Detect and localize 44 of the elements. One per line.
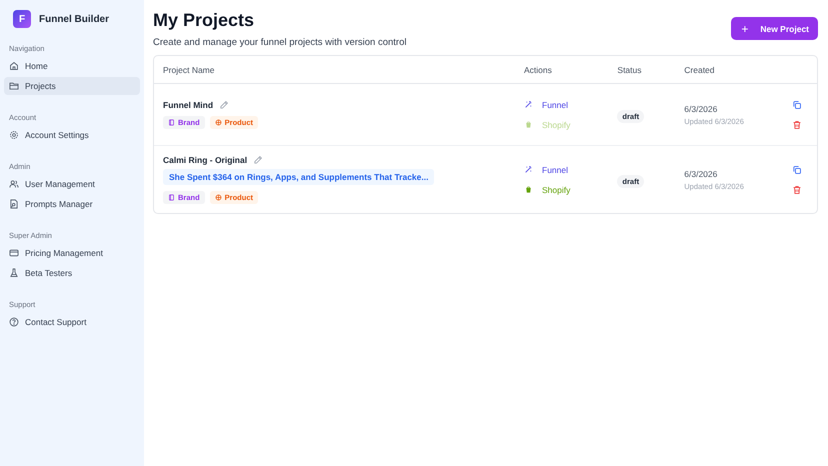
copy-icon[interactable]: [792, 100, 802, 110]
magic-wand-icon: [524, 100, 533, 109]
file-icon: [9, 199, 19, 209]
home-icon: [9, 61, 19, 71]
sidebar-item[interactable]: Projects: [4, 77, 140, 95]
bag-icon: [524, 120, 533, 129]
folder-icon: [9, 81, 19, 91]
column-header: Status: [617, 64, 643, 74]
bag-icon: [524, 185, 533, 194]
new-project-button[interactable]: + New Project: [731, 17, 818, 40]
gear-icon: [9, 130, 19, 140]
sidebar-item[interactable]: Pricing Management: [4, 244, 140, 262]
magic-wand-icon: [524, 165, 533, 174]
page-subtitle: Create and manage your funnel projects with version control: [153, 37, 406, 48]
created-date: 6/3/2026: [684, 168, 718, 178]
book-icon: [168, 194, 175, 201]
sidebar-item[interactable]: Home: [4, 57, 140, 75]
sidebar-item[interactable]: Contact Support: [4, 313, 140, 331]
help-icon: [9, 317, 19, 327]
project-name: Funnel Mind: [163, 100, 214, 110]
column-header: Project Name: [162, 64, 216, 74]
sidebar-item[interactable]: User Management: [4, 175, 140, 193]
app-name: Funnel Builder: [39, 14, 109, 24]
copy-icon[interactable]: [792, 164, 802, 174]
pencil-icon[interactable]: [253, 155, 264, 165]
sidebar-item[interactable]: Prompts Manager: [4, 195, 140, 213]
column-header: Created: [684, 64, 716, 74]
funnel-link[interactable]: Funnel: [524, 94, 618, 114]
project-name: Calmi Ring - Original: [163, 155, 248, 165]
page-title: My Projects: [153, 10, 256, 31]
book-icon: [168, 119, 175, 126]
flask-icon: [9, 268, 19, 278]
sidebar-item[interactable]: Beta Testers: [4, 264, 140, 282]
trash-icon[interactable]: [792, 120, 802, 130]
card-icon: [9, 248, 19, 258]
users-icon: [9, 179, 19, 189]
pencil-icon[interactable]: [219, 100, 230, 110]
funnel-link[interactable]: Funnel: [524, 160, 618, 180]
trash-icon[interactable]: [792, 184, 802, 194]
sidebar-item[interactable]: Account Settings: [4, 126, 140, 144]
column-header: Actions: [523, 64, 553, 74]
headline-chip[interactable]: She Spent $364 on Rings, Apps, and Supplements That Tracke...: [163, 169, 434, 185]
app-logo: F: [13, 10, 31, 28]
created-date: 6/3/2026: [684, 104, 718, 114]
